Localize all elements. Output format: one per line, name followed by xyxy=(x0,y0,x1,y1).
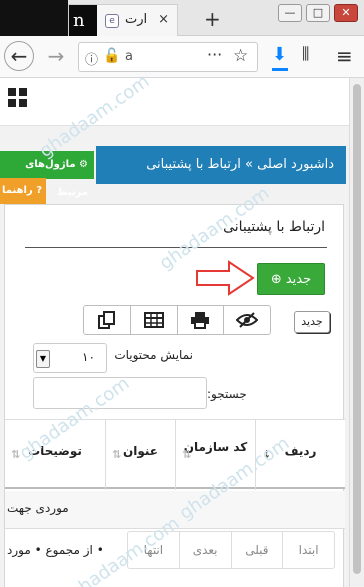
copy-icon xyxy=(97,311,115,329)
column-header-description[interactable]: توضیحات ⇅ xyxy=(5,420,105,490)
breadcrumb: داشبورد اصلی » ارتباط با پشتیبانی xyxy=(96,146,346,184)
table-icon xyxy=(143,312,164,328)
panel-title: ارتباط با پشتیبانی xyxy=(223,219,325,235)
search-input[interactable] xyxy=(33,377,207,409)
table-header: ردیف ⇣ کد سازمان ⇅ عنوان ⇅ توضیحات ⇅ xyxy=(5,419,345,490)
sort-desc-icon: ⇣ xyxy=(262,448,272,461)
maximize-button[interactable]: □ xyxy=(306,4,330,22)
pager-last-button[interactable]: انتها xyxy=(128,532,179,568)
pager-first-button[interactable]: ابتدا xyxy=(282,532,334,568)
navigation-bar: ← → ⓘ 🔓 a ··· ☆ ⬇ ⫼ ≡ xyxy=(0,36,364,78)
url-text[interactable]: a xyxy=(125,49,133,64)
gear-icon: ⚙ xyxy=(79,159,88,170)
sort-icon: ⇅ xyxy=(182,448,192,461)
support-panel: ارتباط با پشتیبانی ⊕ جدید جدید نمایش محت… xyxy=(4,204,345,587)
new-tab-button[interactable]: + xyxy=(204,7,221,31)
print-button[interactable] xyxy=(178,306,225,334)
pager-next-button[interactable]: بعدی xyxy=(178,532,231,568)
page-length-value: ۱۰ xyxy=(82,350,95,364)
scrollbar-thumb[interactable] xyxy=(353,84,361,574)
page-length-label: نمایش محتویات xyxy=(114,348,193,362)
plus-circle-icon: ⊕ xyxy=(270,272,282,287)
red-arrow-annotation xyxy=(196,260,255,296)
help-icon: ? xyxy=(36,185,42,196)
library-icon[interactable]: ⫼ xyxy=(302,44,309,64)
search-label: جستجو: xyxy=(207,387,247,401)
print-icon xyxy=(191,312,210,329)
top-header-strip xyxy=(0,78,349,126)
page-actions-icon[interactable]: ··· xyxy=(207,45,222,64)
grid-menu-icon[interactable] xyxy=(8,88,28,108)
pager-previous-button[interactable]: قبلی xyxy=(230,532,283,568)
table-row[interactable]: موردی جهت xyxy=(5,491,345,529)
browser-window: n e ارت × + — □ ✕ ← → ⓘ 🔓 a ··· ☆ ⬇ ⫼ ≡ xyxy=(0,0,364,587)
info-icon[interactable]: ⓘ xyxy=(85,49,98,68)
url-bar[interactable]: ⓘ 🔓 a ··· ☆ xyxy=(78,42,258,72)
page-content: داشبورد اصلی » ارتباط با پشتیبانی ⚙ ماژو… xyxy=(0,78,349,587)
sort-icon: ⇅ xyxy=(112,448,122,461)
bookmark-star-icon[interactable]: ☆ xyxy=(233,46,248,66)
tab-close-icon[interactable]: × xyxy=(158,12,169,27)
title-bar: n e ارت × + — □ ✕ xyxy=(0,0,364,37)
tab-dark-region: n xyxy=(69,5,97,37)
minimize-button[interactable]: — xyxy=(278,4,302,22)
vertical-scrollbar[interactable] xyxy=(349,78,364,587)
column-visibility-button[interactable] xyxy=(224,306,270,334)
excel-button[interactable] xyxy=(131,306,178,334)
forward-button[interactable]: → xyxy=(42,42,70,70)
new-record-label: جدید xyxy=(285,272,312,287)
close-window-button[interactable]: ✕ xyxy=(334,4,358,22)
chevron-down-icon[interactable]: ▼ xyxy=(36,350,50,368)
column-header-title[interactable]: عنوان ⇅ xyxy=(105,420,175,490)
download-icon[interactable]: ⬇ xyxy=(272,44,287,65)
table-info-text: • از مجموع • مورد xyxy=(7,543,104,557)
pagination: ابتدا قبلی بعدی انتها xyxy=(127,531,335,569)
table-cell: موردی جهت xyxy=(7,501,69,515)
page-length-select[interactable]: ▼ ۱۰ xyxy=(33,343,107,373)
tab-dark-letter: n xyxy=(73,10,85,31)
back-button[interactable]: ← xyxy=(4,41,34,71)
table-toolbar xyxy=(83,305,271,335)
column-header-org-code[interactable]: کد سازمان ⇅ xyxy=(175,420,255,490)
insecure-lock-icon[interactable]: 🔓 xyxy=(103,48,120,64)
related-modules-button[interactable]: ⚙ ماژول‌های مرتبط xyxy=(0,151,94,198)
browser-tab[interactable]: n e ارت × xyxy=(68,4,178,37)
copy-button[interactable] xyxy=(84,306,131,334)
help-label: راهنما xyxy=(2,185,33,196)
sort-icon: ⇅ xyxy=(11,448,21,461)
menu-icon[interactable]: ≡ xyxy=(336,44,353,68)
small-new-button[interactable]: جدید xyxy=(294,311,330,333)
help-button[interactable]: ? راهنما xyxy=(0,178,46,204)
background-window xyxy=(0,0,68,36)
panel-divider xyxy=(25,247,327,248)
column-header-row-number[interactable]: ردیف ⇣ xyxy=(255,420,345,490)
new-record-button[interactable]: ⊕ جدید xyxy=(257,263,325,295)
eye-slash-icon xyxy=(236,312,259,328)
tab-title: ارت xyxy=(125,12,148,27)
favicon-icon: e xyxy=(105,14,119,28)
download-progress xyxy=(272,68,288,71)
